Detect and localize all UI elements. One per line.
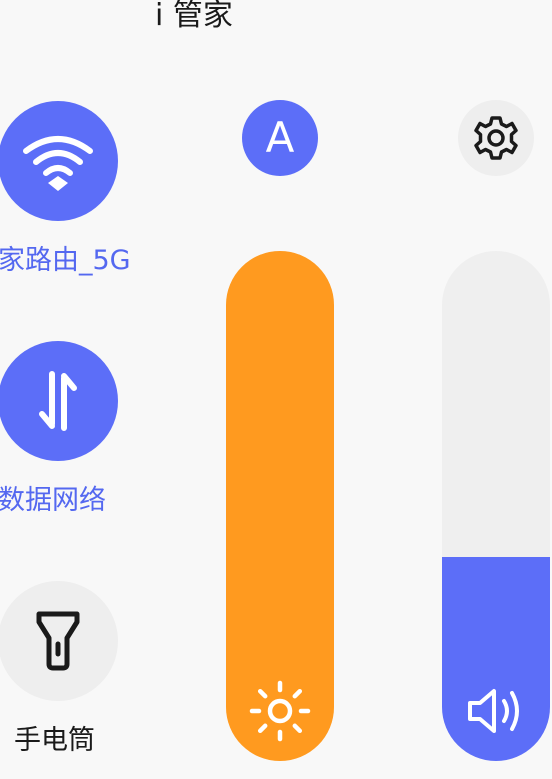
volume-slider[interactable] — [442, 251, 550, 761]
flashlight-label: 手电筒 — [14, 725, 95, 756]
wifi-label: 家路由_5G — [0, 245, 131, 276]
sun-icon — [249, 680, 311, 742]
auto-brightness-button[interactable]: A — [242, 100, 318, 176]
wifi-toggle-button[interactable] — [0, 101, 118, 221]
volume-icon-wrap — [442, 681, 550, 741]
control-center: i 管家 家路由_5G 数据网络 手电筒 A — [0, 0, 552, 779]
speaker-icon — [468, 689, 519, 733]
brightness-icon-wrap — [226, 680, 334, 742]
data-transfer-icon — [39, 371, 77, 431]
brightness-slider[interactable] — [226, 251, 334, 761]
gear-icon — [474, 116, 518, 160]
settings-button[interactable] — [458, 100, 534, 176]
flashlight-icon — [36, 611, 80, 671]
app-title: i 管家 — [155, 0, 233, 33]
auto-brightness-label: A — [265, 113, 295, 162]
mobile-data-toggle-button[interactable] — [0, 341, 118, 461]
mobile-data-label: 数据网络 — [0, 485, 106, 516]
wifi-icon — [23, 136, 93, 191]
flashlight-toggle-button[interactable] — [0, 581, 118, 701]
